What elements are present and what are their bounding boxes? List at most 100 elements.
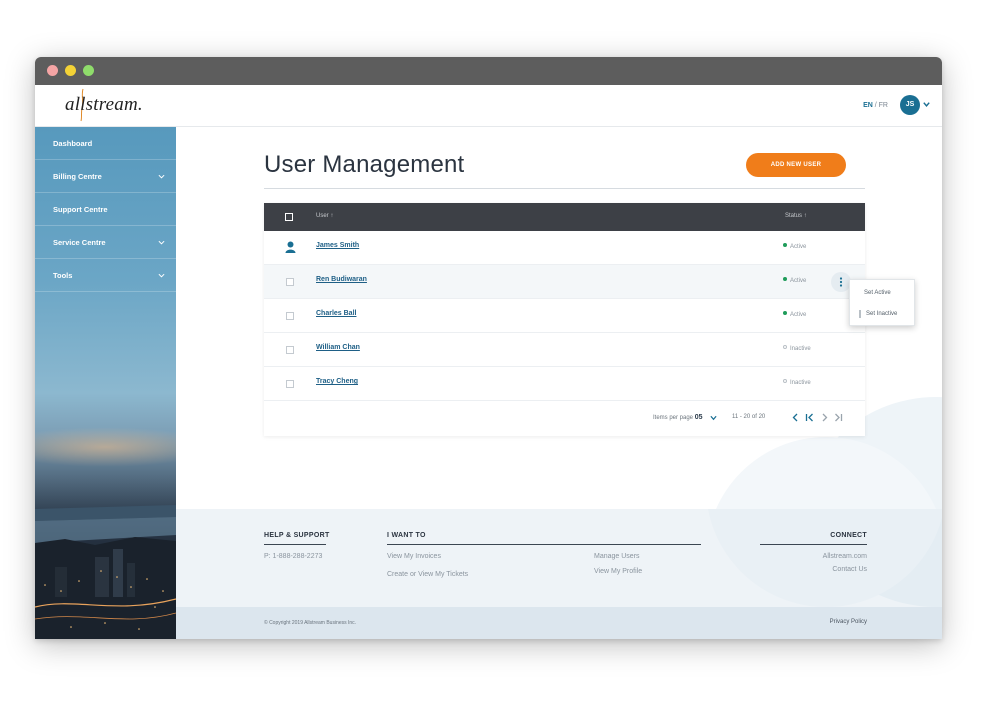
sidebar-item-label: Service Centre	[53, 238, 106, 247]
footer-link-view-profile[interactable]: View My Profile	[594, 568, 642, 575]
chevron-down-icon[interactable]	[710, 415, 717, 421]
footer-link-manage-users[interactable]: Manage Users	[594, 553, 640, 560]
chevron-down-icon[interactable]	[922, 100, 931, 109]
status-label: Inactive	[790, 346, 811, 352]
language-switcher[interactable]: EN / FR	[863, 102, 888, 109]
page-title: User Management	[264, 151, 465, 178]
items-per-page-label: Items per page	[653, 415, 694, 421]
column-header-user[interactable]: User ↑	[316, 213, 333, 219]
minimize-window-button[interactable]	[65, 65, 76, 76]
page-range: 11 - 20 of 20	[732, 414, 766, 420]
sidebar-item-billing-centre[interactable]: Billing Centre	[35, 160, 176, 193]
status-badge: Inactive	[783, 379, 811, 386]
status-label: Active	[790, 312, 807, 318]
table-row: James Smith Active	[264, 231, 865, 265]
lang-en[interactable]: EN	[863, 102, 873, 109]
items-per-page-value: 05	[694, 414, 703, 421]
sort-arrow-icon: ↑	[803, 213, 807, 219]
last-page-icon[interactable]	[834, 413, 843, 422]
table-row: Tracy Cheng Inactive	[264, 367, 865, 401]
copyright-text: © Copyright 2019 Allstream Business Inc.	[264, 620, 357, 626]
status-label: Inactive	[790, 380, 811, 386]
chevron-down-icon	[158, 240, 165, 245]
status-dot-inactive	[783, 345, 787, 350]
sidebar-item-service-centre[interactable]: Service Centre	[35, 226, 176, 259]
status-badge: Inactive	[783, 345, 811, 352]
footer-link-allstream[interactable]: Allstream.com	[823, 553, 867, 560]
table-header: User ↑ Status ↑	[264, 203, 865, 231]
top-header: allstream. EN / FR JS	[35, 85, 942, 127]
previous-page-icon[interactable]	[791, 413, 800, 422]
footer: HELP & SUPPORT P: 1-888-288-2273 I WANT …	[176, 509, 942, 607]
column-header-status[interactable]: Status ↑	[785, 213, 807, 219]
user-name-link[interactable]: Ren Budiwaran	[316, 276, 367, 283]
sidebar-item-tools[interactable]: Tools	[35, 259, 176, 292]
legal-bar: © Copyright 2019 Allstream Business Inc.…	[176, 607, 942, 639]
column-header-status-label: Status	[785, 213, 803, 219]
row-checkbox[interactable]	[286, 346, 294, 354]
status-dot-inactive	[859, 310, 861, 318]
user-name-link[interactable]: Charles Ball	[316, 310, 356, 317]
status-label: Active	[790, 244, 807, 250]
sidebar-item-label: Support Centre	[53, 205, 108, 214]
footer-link-view-invoices[interactable]: View My Invoices	[387, 553, 441, 560]
select-all-checkbox[interactable]	[285, 213, 293, 221]
status-dot-active	[783, 311, 787, 316]
table-row: Charles Ball Active	[264, 299, 865, 333]
user-name-link[interactable]: James Smith	[316, 242, 359, 249]
status-dot-active	[783, 243, 787, 248]
add-new-user-button[interactable]: ADD NEW USER	[746, 153, 846, 177]
user-name-link[interactable]: William Chan	[316, 344, 360, 351]
sidebar-nav: Dashboard Billing Centre Support Centre …	[35, 127, 176, 639]
status-badge: Active	[783, 311, 807, 318]
chevron-down-icon	[158, 273, 165, 278]
sidebar-item-label: Dashboard	[53, 139, 93, 148]
status-dot-active	[783, 277, 787, 282]
sidebar-item-support-centre[interactable]: Support Centre	[35, 193, 176, 226]
window-titlebar	[35, 57, 942, 85]
first-page-icon[interactable]	[805, 413, 814, 422]
status-action-menu: Set Active Set Inactive	[849, 279, 915, 326]
row-checkbox[interactable]	[286, 380, 294, 388]
row-checkbox[interactable]	[286, 278, 294, 286]
status-badge: Active	[783, 277, 806, 284]
footer-divider	[264, 544, 326, 545]
table-row: William Chan Inactive	[264, 333, 865, 367]
lang-fr[interactable]: FR	[879, 102, 888, 109]
footer-link-tickets[interactable]: Create or View My Tickets	[387, 571, 468, 578]
city-skyline-image	[35, 505, 176, 639]
support-phone[interactable]: P: 1-888-288-2273	[264, 553, 322, 560]
footer-divider	[760, 544, 867, 545]
person-icon	[285, 241, 296, 253]
menu-item-set-inactive[interactable]: Set Inactive	[859, 310, 898, 318]
status-badge: Active	[783, 243, 807, 250]
title-divider	[264, 188, 865, 189]
user-avatar[interactable]: JS	[900, 95, 920, 115]
more-vertical-icon	[839, 277, 843, 287]
menu-item-label: Set Inactive	[866, 311, 898, 317]
row-actions-button[interactable]	[831, 272, 851, 292]
items-per-page-select[interactable]: Items per page 05	[653, 414, 703, 421]
close-window-button[interactable]	[47, 65, 58, 76]
main-content: User Management ADD NEW USER User ↑ Stat…	[176, 127, 942, 509]
footer-heading-connect: CONNECT	[830, 532, 867, 539]
footer-heading-help: HELP & SUPPORT	[264, 532, 330, 539]
menu-item-set-active[interactable]: Set Active	[859, 290, 891, 296]
table-row: Ren Budiwaran Active	[264, 265, 865, 299]
users-table: User ↑ Status ↑ James Smith Active Ren B…	[264, 203, 865, 436]
column-header-user-label: User	[316, 213, 329, 219]
allstream-logo[interactable]: allstream.	[65, 94, 143, 116]
sidebar-sky-glow	[35, 427, 176, 467]
row-checkbox[interactable]	[286, 312, 294, 320]
menu-item-label: Set Active	[864, 290, 891, 296]
sidebar-item-label: Billing Centre	[53, 172, 102, 181]
chevron-down-icon	[158, 174, 165, 179]
user-name-link[interactable]: Tracy Cheng	[316, 378, 358, 385]
sidebar-item-label: Tools	[53, 271, 73, 280]
pagination-bar: Items per page 05 11 - 20 of 20	[264, 401, 865, 436]
next-page-icon[interactable]	[820, 413, 829, 422]
privacy-policy-link[interactable]: Privacy Policy	[830, 619, 867, 625]
maximize-window-button[interactable]	[83, 65, 94, 76]
sidebar-item-dashboard[interactable]: Dashboard	[35, 127, 176, 160]
footer-link-contact[interactable]: Contact Us	[832, 566, 867, 573]
